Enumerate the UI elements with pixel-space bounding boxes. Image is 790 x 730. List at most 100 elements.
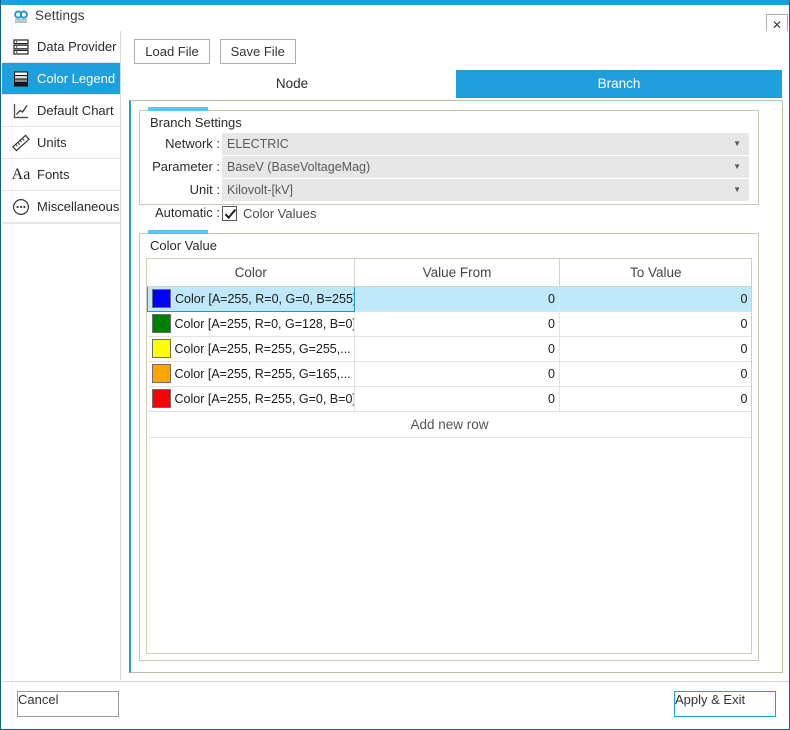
- cell-to-value[interactable]: 0: [559, 361, 751, 387]
- table-row[interactable]: Color [A=255, R=255, G=165,... 0 0: [147, 361, 751, 387]
- sidebar-item-label: Data Provider: [37, 39, 117, 54]
- table-row[interactable]: Color [A=255, R=255, G=255,... 0 0: [147, 336, 751, 362]
- cell-to-value[interactable]: 0: [559, 386, 751, 412]
- sidebar-item-label: Fonts: [37, 167, 70, 182]
- tab-panel-branch: Branch Settings Network : ELECTRIC ▼ Par…: [129, 100, 783, 673]
- color-swatch[interactable]: [151, 389, 171, 408]
- dialog-footer: Cancel Apply & Exit: [2, 681, 789, 729]
- add-new-row-label[interactable]: Add new row: [147, 411, 751, 438]
- file-toolbar: Load File Save File: [134, 39, 302, 65]
- checkbox-box: [222, 205, 237, 221]
- color-swatch[interactable]: [151, 339, 171, 358]
- color-text: Color [A=255, R=0, G=0, B=255]: [175, 292, 355, 306]
- sidebar-filler: [2, 223, 120, 224]
- network-field-row: Network : ELECTRIC ▼: [140, 133, 758, 155]
- title-bar: Settings ✕: [2, 5, 789, 36]
- cell-value-from[interactable]: 0: [354, 386, 560, 412]
- cell-value-from[interactable]: 0: [354, 336, 560, 362]
- sidebar-item-label: Color Legend: [37, 71, 116, 86]
- sidebar-item-default-chart[interactable]: Default Chart: [2, 95, 120, 127]
- sidebar-item-data-provider[interactable]: Data Provider: [2, 31, 120, 63]
- branch-settings-group: Branch Settings Network : ELECTRIC ▼ Par…: [139, 107, 759, 221]
- cell-color[interactable]: Color [A=255, R=0, G=0, B=255]: [147, 285, 355, 312]
- add-new-row[interactable]: Add new row: [147, 411, 751, 438]
- cell-color[interactable]: Color [A=255, R=255, G=165,...: [147, 361, 355, 387]
- color-values-checkbox[interactable]: Color Values: [222, 202, 316, 224]
- table-row[interactable]: Color [A=255, R=0, G=128, B=0] 0 0: [147, 311, 751, 337]
- check-icon: [224, 208, 237, 219]
- group-accent-bar: [148, 107, 208, 111]
- cell-to-value[interactable]: 0: [559, 286, 751, 312]
- color-value-grid[interactable]: Color Value From To Value Color [A=255, …: [146, 258, 752, 654]
- unit-label: Unit :: [189, 182, 220, 197]
- chevron-down-icon: ▼: [733, 162, 741, 171]
- line-chart-icon: [10, 100, 32, 122]
- sidebar-item-label: Miscellaneous: [37, 199, 120, 214]
- checkbox-label: Color Values: [243, 205, 317, 221]
- ellipsis-circle-icon: [10, 196, 32, 218]
- branch-settings-title: Branch Settings: [150, 115, 242, 130]
- font-aa-icon: Aa: [11, 165, 31, 183]
- column-header-color[interactable]: Color: [147, 259, 355, 287]
- window-title: Settings: [35, 8, 85, 23]
- cell-value-from[interactable]: 0: [354, 311, 560, 337]
- apply-exit-button[interactable]: Apply & Exit: [674, 691, 776, 717]
- network-combobox[interactable]: ELECTRIC ▼: [222, 133, 749, 155]
- network-value: ELECTRIC: [227, 137, 289, 151]
- color-text: Color [A=255, R=255, G=165,...: [174, 367, 351, 381]
- chevron-down-icon: ▼: [733, 185, 741, 194]
- table-row[interactable]: Color [A=255, R=0, G=0, B=255] 0 0: [147, 285, 751, 312]
- legend-tabs: Node Branch: [129, 70, 783, 98]
- sidebar-item-units[interactable]: Units: [2, 127, 120, 159]
- sidebar-item-color-legend[interactable]: Color Legend: [2, 63, 120, 95]
- unit-value: Kilovolt-[kV]: [227, 183, 293, 197]
- network-label: Network :: [165, 136, 220, 151]
- sidebar: Data Provider Color Legend Default Chart…: [2, 31, 121, 680]
- group-accent-bar: [148, 230, 208, 234]
- cell-value-from[interactable]: 0: [354, 286, 560, 312]
- unit-combobox[interactable]: Kilovolt-[kV] ▼: [222, 179, 749, 201]
- parameter-label: Parameter :: [152, 159, 220, 174]
- ruler-icon: [10, 132, 32, 154]
- sidebar-item-miscellaneous[interactable]: Miscellaneous: [2, 191, 120, 223]
- color-text: Color [A=255, R=255, G=255,...: [174, 342, 351, 356]
- tab-branch[interactable]: Branch: [456, 70, 783, 98]
- cell-color[interactable]: Color [A=255, R=255, G=0, B=0]: [147, 386, 355, 412]
- grid-header-row: Color Value From To Value: [147, 259, 751, 287]
- automatic-field-row: Automatic : Color Values: [140, 202, 758, 224]
- table-row[interactable]: Color [A=255, R=255, G=0, B=0] 0 0: [147, 386, 751, 412]
- color-swatch[interactable]: [151, 314, 171, 333]
- sidebar-item-label: Units: [37, 135, 67, 150]
- automatic-label: Automatic :: [154, 205, 220, 220]
- color-text: Color [A=255, R=0, G=128, B=0]: [174, 317, 355, 331]
- cell-color[interactable]: Color [A=255, R=255, G=255,...: [147, 336, 355, 362]
- column-header-to-value[interactable]: To Value: [559, 259, 751, 287]
- unit-field-row: Unit : Kilovolt-[kV] ▼: [140, 179, 758, 201]
- cell-value-from[interactable]: 0: [354, 361, 560, 387]
- grid-body: Color [A=255, R=0, G=0, B=255] 0 0 Color…: [147, 285, 751, 438]
- cell-to-value[interactable]: 0: [559, 336, 751, 362]
- parameter-field-row: Parameter : BaseV (BaseVoltageMag) ▼: [140, 156, 758, 178]
- cell-to-value[interactable]: 0: [559, 311, 751, 337]
- content-panel: Load File Save File Node Branch Branch S…: [121, 31, 789, 680]
- parameter-combobox[interactable]: BaseV (BaseVoltageMag) ▼: [222, 156, 749, 178]
- column-header-value-from[interactable]: Value From: [354, 259, 560, 287]
- chevron-down-icon: ▼: [733, 139, 741, 148]
- cell-color[interactable]: Color [A=255, R=0, G=128, B=0]: [147, 311, 355, 337]
- color-legend-icon: [10, 68, 32, 90]
- color-value-group: Color Value Color Value From To Value Co…: [139, 230, 759, 661]
- cancel-button[interactable]: Cancel: [17, 691, 119, 717]
- sidebar-item-fonts[interactable]: Aa Fonts: [2, 159, 120, 191]
- sidebar-item-label: Default Chart: [37, 103, 114, 118]
- color-swatch[interactable]: [151, 364, 171, 383]
- load-file-button[interactable]: Load File: [134, 39, 210, 64]
- database-stack-icon: [10, 36, 32, 58]
- tab-node[interactable]: Node: [129, 70, 456, 98]
- settings-dialog: Settings ✕ Data Provider Color Legend De…: [0, 0, 790, 730]
- color-value-title: Color Value: [150, 238, 217, 253]
- link-chain-icon: [13, 10, 29, 26]
- color-swatch[interactable]: [152, 289, 171, 308]
- save-file-button[interactable]: Save File: [219, 39, 296, 64]
- color-text: Color [A=255, R=255, G=0, B=0]: [174, 392, 355, 406]
- parameter-value: BaseV (BaseVoltageMag): [227, 160, 371, 174]
